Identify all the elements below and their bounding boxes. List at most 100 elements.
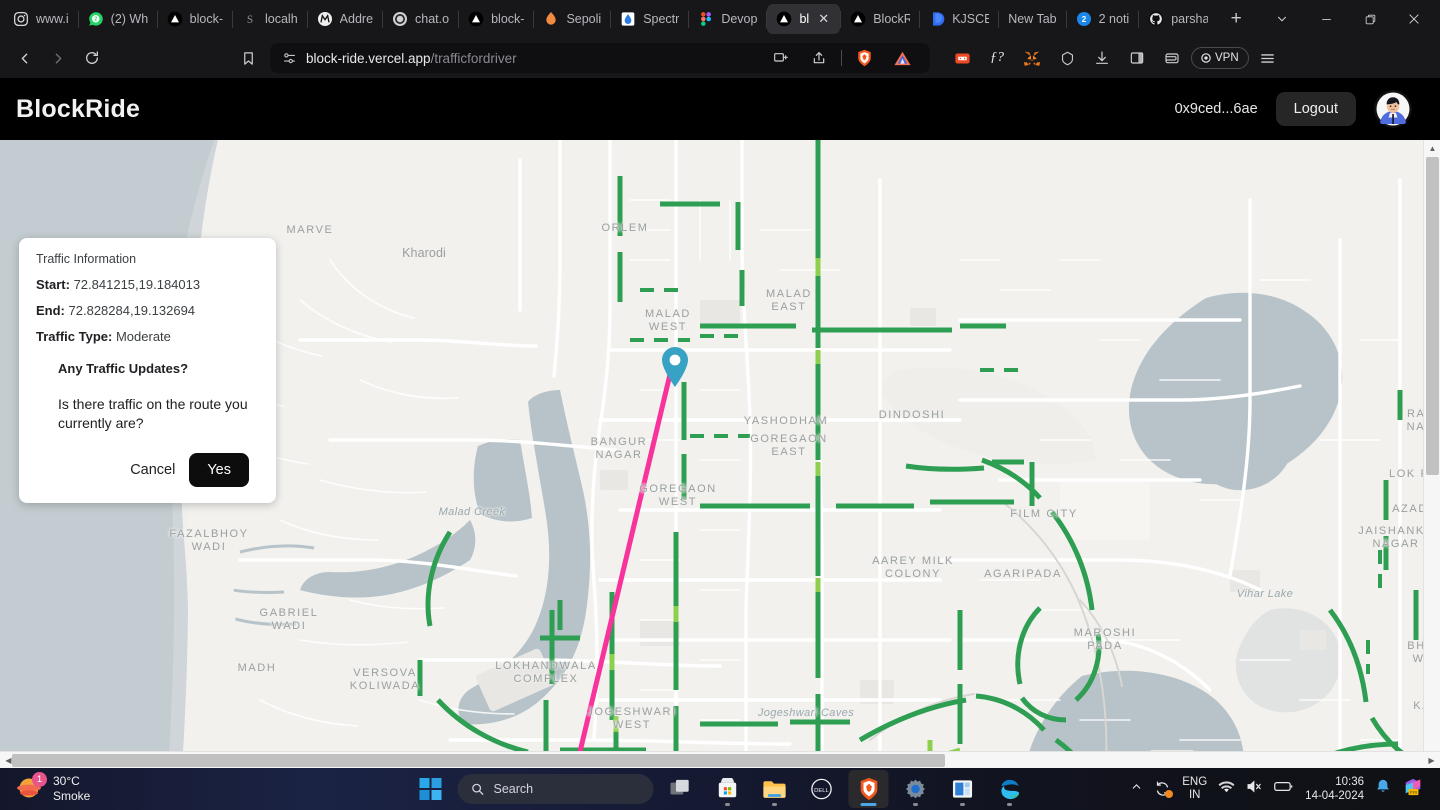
browser-tab[interactable]: New Tab xyxy=(999,4,1065,34)
app-tray-icon[interactable]: PRI xyxy=(1402,777,1424,802)
dell-icon[interactable]: DELL xyxy=(802,770,842,808)
language-indicator[interactable]: ENG IN xyxy=(1182,776,1207,802)
minimize-button[interactable] xyxy=(1304,2,1348,36)
browser-tab[interactable]: Slocalh xyxy=(233,4,307,34)
browser-tab[interactable]: parsha xyxy=(1139,4,1217,34)
search-placeholder: Search xyxy=(493,782,534,796)
browser-tab[interactable]: Sepoli xyxy=(534,4,610,34)
browser-tab[interactable]: 2 (2) Wh xyxy=(79,4,157,34)
task-view-icon[interactable] xyxy=(661,770,701,808)
vpn-label: VPN xyxy=(1215,52,1239,64)
browser-tab[interactable]: 2 2 noti xyxy=(1067,4,1139,34)
volume-muted-icon[interactable] xyxy=(1246,779,1263,799)
brave-leo-icon[interactable] xyxy=(886,43,918,73)
formula-ext-icon[interactable]: ƒ? xyxy=(981,43,1013,73)
browser-tab[interactable]: block- xyxy=(459,4,533,34)
file-explorer-icon[interactable] xyxy=(755,770,795,808)
browser-tab[interactable]: Spectr xyxy=(611,4,688,34)
panel-traffic-type-value: Moderate xyxy=(115,329,171,344)
toolbar-divider xyxy=(841,50,842,66)
address-bar[interactable]: block-ride.vercel.app/trafficfordriver xyxy=(270,43,930,73)
panel-title: Traffic Information xyxy=(36,252,137,266)
split-view-icon[interactable] xyxy=(765,43,797,73)
microsoft-store-icon[interactable] xyxy=(708,770,748,808)
browser-window: www.i 2 (2) Wh block- Slocalh Addre chat.o bloc… xyxy=(0,0,1440,768)
navigation-bar: block-ride.vercel.app/trafficfordriver ƒ… xyxy=(0,38,1440,78)
horizontal-scrollbar[interactable]: ◀ ▶ xyxy=(0,751,1440,768)
svg-text:2: 2 xyxy=(94,17,97,23)
panel-traffic-type-label: Traffic Type: xyxy=(36,329,113,344)
site-settings-icon[interactable] xyxy=(282,51,297,66)
downloads-icon[interactable] xyxy=(1086,43,1118,73)
weather-widget[interactable]: 1 30°C Smoke xyxy=(8,772,90,804)
map-canvas[interactable]: MARVEKharodiMALWANIORLEMMALAD WESTMALAD … xyxy=(0,140,1440,768)
tab-strip: www.i 2 (2) Wh block- Slocalh Addre chat.o bloc… xyxy=(0,0,1440,38)
settings-icon[interactable] xyxy=(896,770,936,808)
clock[interactable]: 10:36 14-04-2024 xyxy=(1305,775,1364,803)
start-button[interactable] xyxy=(411,770,451,808)
tab-label: New Tab xyxy=(1008,12,1057,26)
url-text: block-ride.vercel.app/trafficfordriver xyxy=(306,51,517,66)
reload-button[interactable] xyxy=(76,43,108,73)
tab-label: localh xyxy=(265,12,298,26)
cancel-button[interactable]: Cancel xyxy=(118,454,187,486)
maximize-button[interactable] xyxy=(1348,2,1392,36)
search-icon xyxy=(472,783,484,795)
blue-shape-icon xyxy=(929,11,945,27)
new-tab-button[interactable]: + xyxy=(1221,4,1251,34)
microsoft-edge-icon[interactable] xyxy=(990,770,1030,808)
notification-bell-icon[interactable] xyxy=(1375,778,1391,800)
sidebar-icon[interactable] xyxy=(1121,43,1153,73)
tab-label: www.i xyxy=(36,12,69,26)
clock-date: 14-04-2024 xyxy=(1305,790,1364,802)
scroll-right-arrow[interactable]: ▶ xyxy=(1423,752,1440,768)
back-button[interactable] xyxy=(8,43,40,73)
metamask-icon[interactable] xyxy=(1016,43,1048,73)
search-input[interactable]: Search xyxy=(457,774,654,804)
browser-tab[interactable]: KJSCE xyxy=(920,4,998,34)
close-icon[interactable]: ✕ xyxy=(816,11,831,27)
scroll-up-arrow[interactable]: ▲ xyxy=(1424,140,1440,157)
forward-button[interactable] xyxy=(42,43,74,73)
tab-label: chat.o xyxy=(415,12,450,26)
brave-wallet-icon[interactable] xyxy=(1156,43,1188,73)
hamburger-menu-icon[interactable] xyxy=(1252,43,1284,73)
tab-search-icon[interactable] xyxy=(1260,2,1304,36)
spectrum-icon xyxy=(620,11,636,27)
flame-icon xyxy=(543,11,559,27)
extension-icons: ƒ? VPN xyxy=(946,43,1284,73)
s-letter-icon: S xyxy=(242,11,258,27)
logout-button[interactable]: Logout xyxy=(1275,92,1356,126)
browser-tab[interactable]: Devop xyxy=(689,4,766,34)
vertical-scrollbar-thumb[interactable] xyxy=(1426,157,1439,475)
brave-shield-icon[interactable] xyxy=(848,43,880,73)
panel-start-row: Start: 72.841215,19.184013 xyxy=(36,277,259,292)
wallet-ext-icon[interactable] xyxy=(946,43,978,73)
onedrive-sync-icon[interactable] xyxy=(1154,781,1174,798)
close-button[interactable] xyxy=(1392,2,1436,36)
keplr-icon[interactable] xyxy=(1051,43,1083,73)
chevron-up-icon[interactable] xyxy=(1130,780,1143,798)
brave-browser-icon[interactable] xyxy=(848,770,889,808)
battery-icon[interactable] xyxy=(1274,780,1294,798)
browser-tab[interactable]: block- xyxy=(158,4,232,34)
vpn-button[interactable]: VPN xyxy=(1191,47,1249,69)
vertical-scrollbar[interactable]: ▲ ▼ xyxy=(1423,140,1440,768)
browser-tab[interactable]: www.i xyxy=(4,4,78,34)
yes-button[interactable]: Yes xyxy=(189,453,249,487)
share-icon[interactable] xyxy=(803,43,835,73)
tab-label: Devop xyxy=(721,12,758,26)
media-player-icon[interactable] xyxy=(943,770,983,808)
horizontal-scrollbar-thumb[interactable] xyxy=(12,754,945,767)
wifi-icon[interactable] xyxy=(1218,780,1235,799)
figma-icon xyxy=(698,11,714,27)
bookmark-icon[interactable] xyxy=(232,43,264,73)
browser-tab[interactable]: BlockR xyxy=(841,4,919,34)
tab-label: Addre xyxy=(339,12,374,26)
weather-text: 30°C Smoke xyxy=(53,774,90,804)
panel-start-label: Start: xyxy=(36,277,70,292)
browser-tab-active[interactable]: bl ✕ xyxy=(767,4,841,34)
browser-tab[interactable]: Addre xyxy=(308,4,382,34)
browser-tab[interactable]: chat.o xyxy=(383,4,458,34)
avatar[interactable] xyxy=(1374,90,1412,128)
